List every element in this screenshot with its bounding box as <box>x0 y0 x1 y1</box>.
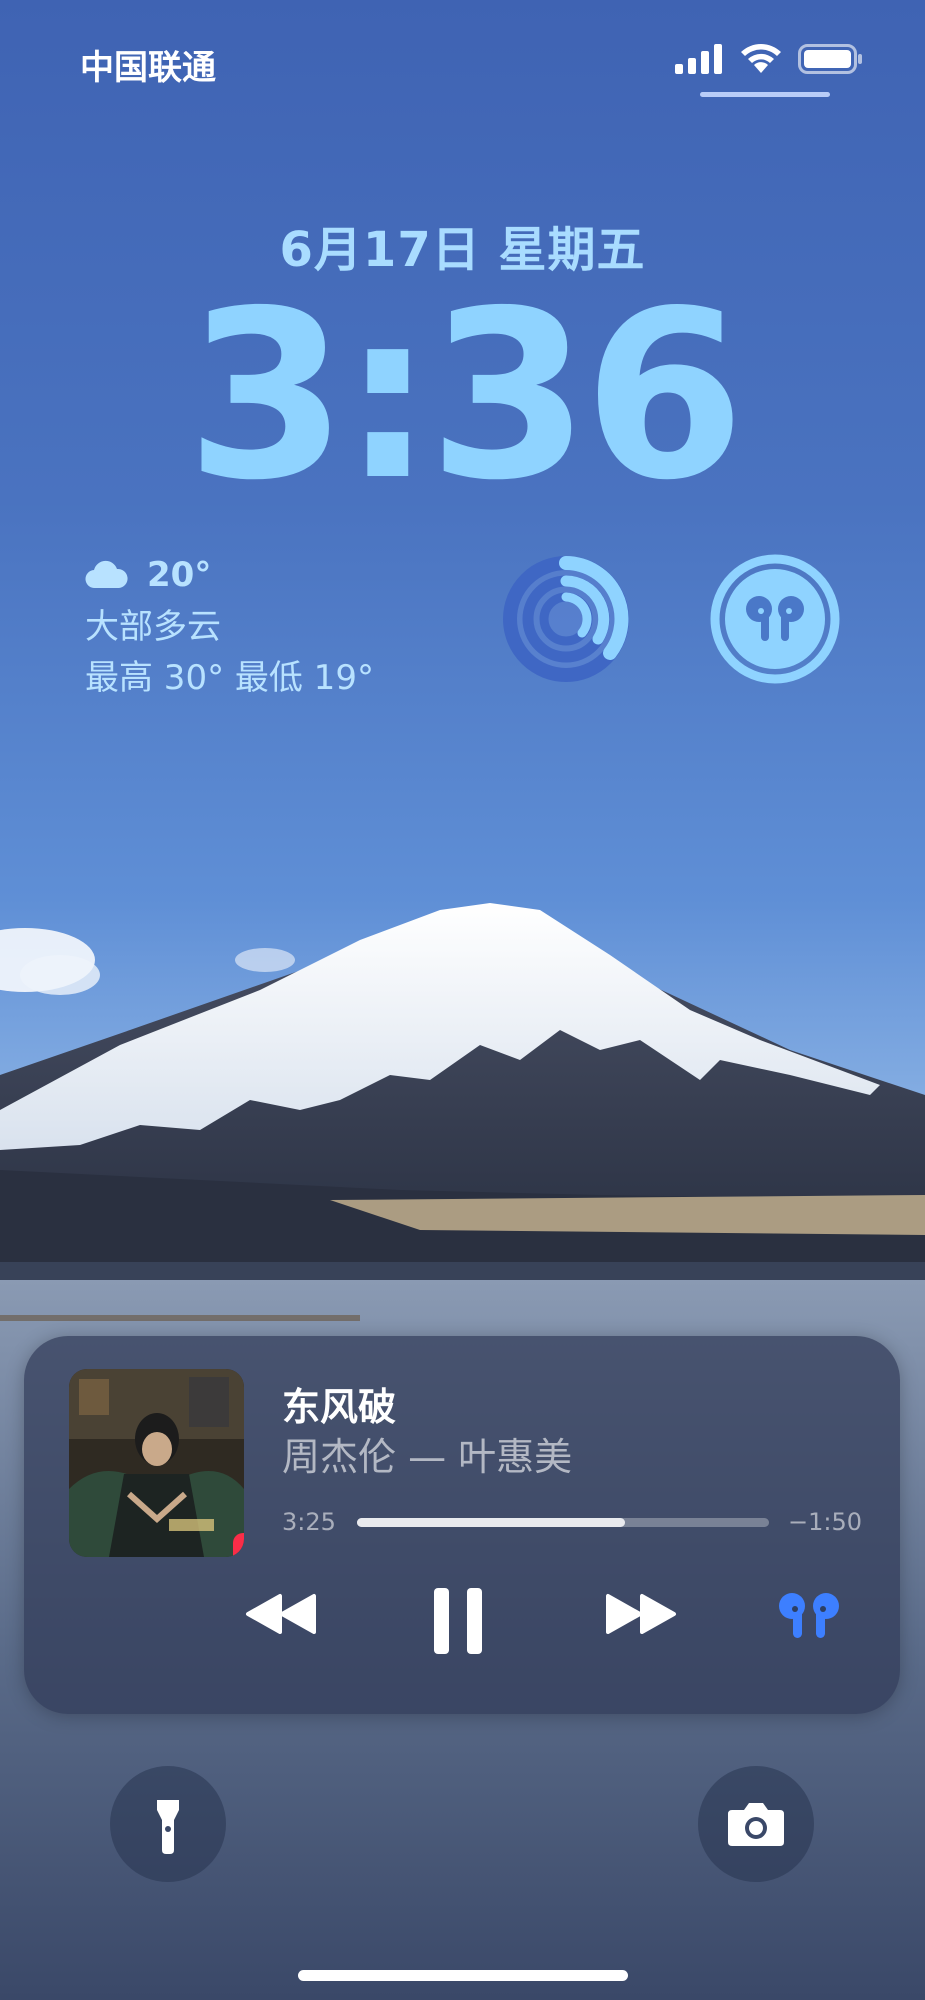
status-bar: 中国联通 <box>0 0 925 120</box>
wifi-icon <box>741 44 781 73</box>
flashlight-icon <box>157 1800 179 1854</box>
album-cover-image <box>69 1369 244 1557</box>
airpods-battery-icon[interactable] <box>709 553 841 685</box>
status-indicator-line <box>700 92 830 97</box>
cellular-signal-icon <box>675 44 722 74</box>
rewind-icon[interactable] <box>244 1592 320 1636</box>
now-playing-card[interactable]: 东风破 周杰伦 — 叶惠美 3:25 −1:50 <box>24 1336 900 1714</box>
camera-button[interactable] <box>698 1766 814 1882</box>
weather-widget[interactable]: 20° 大部多云 最高 30° 最低 19° <box>85 555 374 699</box>
elapsed-time: 3:25 <box>282 1508 336 1536</box>
home-indicator[interactable] <box>298 1970 628 1981</box>
apple-music-icon <box>233 1533 244 1557</box>
progress-scrubber[interactable] <box>357 1518 769 1527</box>
progress-fill <box>357 1518 625 1527</box>
lock-screen: 中国联通 6月17日 星期五 3:36 20° 大部多云 最高 30° 最低 1… <box>0 0 925 2000</box>
weather-temperature: 20° <box>147 555 212 595</box>
pause-icon[interactable] <box>432 1586 484 1656</box>
lock-time[interactable]: 3:36 <box>0 280 925 512</box>
camera-icon <box>728 1803 784 1846</box>
carrier-name: 中国联通 <box>80 48 216 88</box>
weather-condition: 大部多云 <box>85 607 221 647</box>
remaining-time: −1:50 <box>788 1508 863 1536</box>
activity-rings-icon[interactable] <box>500 553 632 685</box>
artist-album: 周杰伦 — 叶惠美 <box>282 1435 573 1479</box>
weather-high-low: 最高 30° 最低 19° <box>85 658 374 698</box>
airpods-icon[interactable] <box>776 1592 842 1640</box>
flashlight-button[interactable] <box>110 1766 226 1882</box>
battery-icon <box>798 44 862 74</box>
cloud-icon <box>85 560 128 589</box>
song-title: 东风破 <box>282 1385 397 1429</box>
fast-forward-icon[interactable] <box>602 1592 678 1636</box>
album-art[interactable] <box>69 1369 244 1557</box>
